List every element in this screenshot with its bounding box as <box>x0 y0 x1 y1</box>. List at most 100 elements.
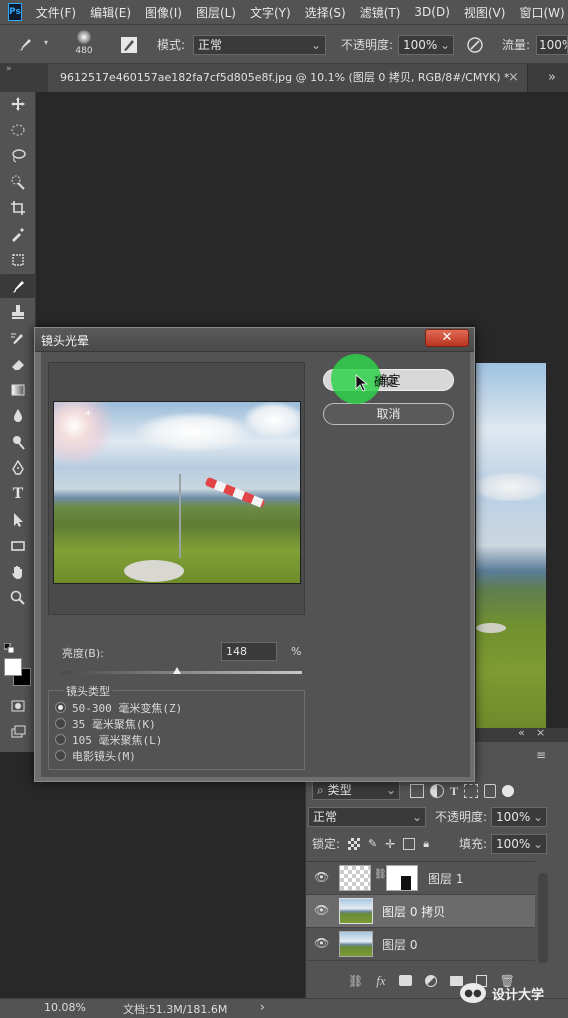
brush-tool-active-icon[interactable] <box>0 274 36 298</box>
layer-name[interactable]: 图层 0 拷贝 <box>382 903 445 920</box>
menu-edit[interactable]: 编辑(E) <box>90 4 131 21</box>
filter-toggle-icon[interactable] <box>502 785 515 797</box>
visibility-eye-icon[interactable]: 👁︎ <box>314 936 329 950</box>
brightness-input[interactable]: 148 <box>221 642 277 661</box>
flare-center-crosshair-icon[interactable]: + <box>84 408 92 419</box>
layer-filter-select[interactable]: ⌕ 类型 ⌄ <box>312 780 400 800</box>
pressure-opacity-icon[interactable] <box>464 35 486 55</box>
eyedropper-tool-icon[interactable] <box>0 222 36 246</box>
mode-select[interactable]: 正常 ⌄ <box>193 35 326 55</box>
lens-radio-35[interactable] <box>55 718 66 729</box>
lock-artboard-icon[interactable] <box>403 838 416 850</box>
chain-link-icon[interactable]: ⛓︎ <box>374 869 387 880</box>
mask-icon[interactable] <box>398 975 412 986</box>
lock-pixels-icon[interactable]: ✎ <box>368 838 377 852</box>
preview-image[interactable]: + <box>53 401 301 584</box>
layer-row-selected[interactable]: 👁︎ 图层 0 拷贝 <box>306 895 535 928</box>
fx-icon[interactable]: fx <box>376 973 385 989</box>
panel-menu-icon[interactable]: ≡ <box>536 748 546 762</box>
menu-layer[interactable]: 图层(L) <box>196 4 236 21</box>
tab-close-icon[interactable]: × <box>508 64 522 92</box>
layer-row[interactable]: 👁︎ 图层 0 <box>306 928 535 961</box>
blur-tool-icon[interactable] <box>0 404 36 428</box>
type-tool-icon[interactable]: T <box>0 482 36 506</box>
dialog-title-bar[interactable]: 镜头光晕 ✕ <box>35 328 474 352</box>
close-panel-icon[interactable]: × <box>536 726 545 739</box>
layer-row[interactable]: 👁︎ ⛓︎ 图层 1 <box>306 862 535 895</box>
menu-file[interactable]: 文件(F) <box>36 4 76 21</box>
menu-window[interactable]: 窗口(W) <box>519 4 564 21</box>
blend-mode-select[interactable]: 正常 ⌄ <box>308 807 426 827</box>
lock-position-icon[interactable]: ✛ <box>385 838 395 852</box>
zoom-tool-icon[interactable] <box>0 586 36 610</box>
type-filter-icon[interactable]: T <box>450 784 458 799</box>
more-tabs-icon[interactable]: » <box>548 64 564 92</box>
menu-type[interactable]: 文字(Y) <box>250 4 291 21</box>
lens-radio-50-300[interactable] <box>55 702 66 713</box>
brush-panel-toggle-icon[interactable] <box>118 35 140 55</box>
brightness-slider-thumb[interactable] <box>173 667 182 674</box>
shape-filter-icon[interactable] <box>464 784 479 798</box>
menu-filter[interactable]: 滤镜(T) <box>360 4 401 21</box>
cancel-button[interactable]: 取消 <box>323 403 454 425</box>
eraser-tool-icon[interactable] <box>0 352 36 376</box>
stamp-tool-icon[interactable] <box>0 300 36 324</box>
marquee-tool-icon[interactable] <box>0 118 36 142</box>
pen-tool-icon[interactable] <box>0 456 36 480</box>
quick-selection-tool-icon[interactable] <box>0 170 36 194</box>
lens-radio-105[interactable] <box>55 734 66 745</box>
flow-field[interactable]: 100% <box>536 35 568 55</box>
layer-name[interactable]: 图层 0 <box>382 936 417 953</box>
link-icon[interactable]: ⛓︎ <box>348 974 363 988</box>
move-tool-icon[interactable] <box>0 92 36 116</box>
rectangle-tool-icon[interactable] <box>0 534 36 558</box>
visibility-eye-icon[interactable]: 👁︎ <box>314 870 329 884</box>
lock-transparency-icon[interactable] <box>348 838 360 850</box>
fill-field[interactable]: 100% ⌄ <box>491 834 547 854</box>
crop-tool-icon[interactable] <box>0 196 36 220</box>
lock-all-icon[interactable]: 🔒︎ <box>423 838 429 852</box>
hand-tool-icon[interactable] <box>0 560 36 584</box>
layers-scrollbar[interactable] <box>538 873 548 963</box>
history-brush-tool-icon[interactable] <box>0 326 36 350</box>
zoom-level[interactable]: 10.08% <box>44 1001 86 1014</box>
quick-mask-icon[interactable] <box>0 694 36 718</box>
pixel-filter-icon[interactable] <box>410 784 424 798</box>
screen-mode-icon[interactable] <box>0 720 36 744</box>
foreground-color-swatch[interactable] <box>4 658 22 676</box>
menu-view[interactable]: 视图(V) <box>464 4 506 21</box>
lasso-tool-icon[interactable] <box>0 144 36 168</box>
dodge-tool-icon[interactable] <box>0 430 36 454</box>
menu-select[interactable]: 选择(S) <box>305 4 346 21</box>
lens-option-movie-label[interactable]: 电影镜头(M) <box>72 748 136 764</box>
brightness-slider-track[interactable] <box>62 671 302 674</box>
adjustment-filter-icon[interactable] <box>430 784 444 798</box>
brush-preset-picker[interactable]: 480 <box>72 30 96 62</box>
default-colors-icon[interactable] <box>3 642 15 654</box>
lens-option-35-label[interactable]: 35 毫米聚焦(K) <box>72 716 156 732</box>
opacity-field[interactable]: 100% ⌄ <box>398 35 454 55</box>
lens-radio-movie[interactable] <box>55 750 66 761</box>
gradient-tool-icon[interactable] <box>0 378 36 402</box>
layer-name[interactable]: 图层 1 <box>428 870 463 887</box>
layer-mask-thumbnail[interactable] <box>386 865 418 891</box>
layer-opacity-field[interactable]: 100% ⌄ <box>491 807 547 827</box>
lens-option-50-300-label[interactable]: 50-300 毫米变焦(Z) <box>72 700 182 716</box>
lens-option-105-label[interactable]: 105 毫米聚焦(L) <box>72 732 162 748</box>
collapse-panel-icon[interactable]: « <box>518 726 525 739</box>
close-icon[interactable]: ✕ <box>425 329 469 347</box>
menu-image[interactable]: 图像(I) <box>145 4 182 21</box>
frame-tool-icon[interactable] <box>0 248 36 272</box>
adjustment-icon[interactable] <box>424 974 437 987</box>
menu-3d[interactable]: 3D(D) <box>414 5 449 19</box>
dropdown-arrow-icon[interactable]: ▾ <box>44 33 53 53</box>
document-tab[interactable]: 9612517e460157ae182fa7cf5d805e8f.jpg @ 1… <box>48 64 528 92</box>
visibility-eye-icon[interactable]: 👁︎ <box>314 903 329 917</box>
status-menu-arrow-icon[interactable]: › <box>260 1000 265 1014</box>
path-selection-tool-icon[interactable] <box>0 508 36 532</box>
ok-button-label[interactable]: 确定 <box>374 373 398 390</box>
document-image[interactable] <box>476 363 546 728</box>
brush-tool-icon[interactable] <box>14 33 36 55</box>
collapse-panel-icon[interactable]: » <box>6 64 26 76</box>
smart-object-filter-icon[interactable] <box>484 784 497 798</box>
